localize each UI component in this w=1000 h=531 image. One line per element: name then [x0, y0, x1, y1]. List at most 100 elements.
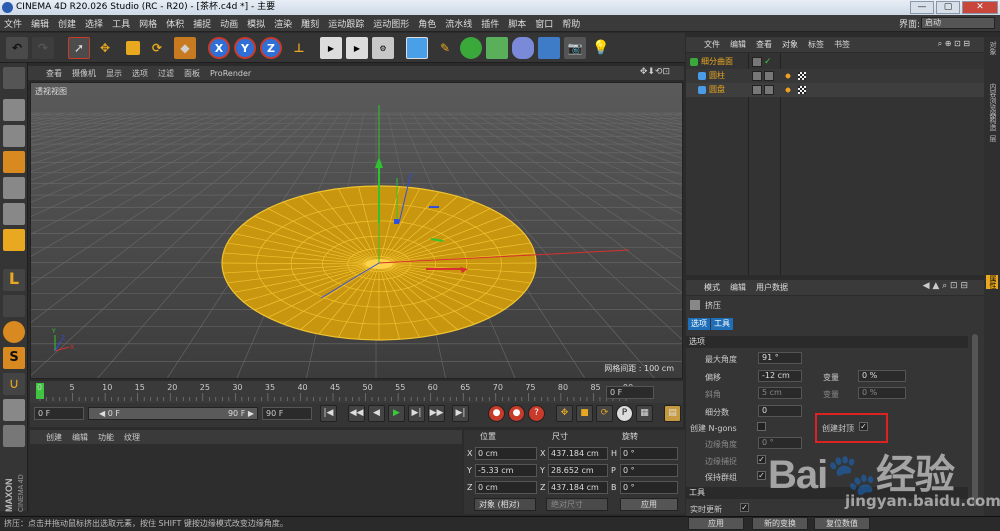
max-angle-field[interactable]: 91 °: [758, 352, 802, 364]
current-frame-field[interactable]: 0 F: [606, 386, 654, 399]
material-menu-item[interactable]: 功能: [98, 432, 114, 443]
viewport-menu-item[interactable]: 过滤: [158, 68, 174, 79]
object-manager-tree[interactable]: 细分曲面 ✓ 圆柱 圆盘: [686, 53, 984, 275]
visibility-toggle[interactable]: [752, 57, 762, 67]
menu-item[interactable]: 捕捉: [193, 17, 211, 30]
new-transform-button[interactable]: 新的变换: [752, 517, 808, 530]
keep-groups-checkbox[interactable]: ✓: [757, 471, 766, 480]
render-toggle[interactable]: ✓: [764, 57, 774, 67]
viewport-menu-item[interactable]: 选项: [132, 68, 148, 79]
size-field[interactable]: 28.652 cm: [548, 464, 608, 477]
viewport-menu-item[interactable]: ProRender: [210, 69, 251, 78]
magnet-button[interactable]: ∪: [3, 373, 25, 395]
subdivision-field[interactable]: 0: [758, 405, 802, 417]
x-axis-button[interactable]: X: [208, 37, 230, 59]
timeline-button[interactable]: ▤: [664, 405, 681, 422]
play-button[interactable]: ▶: [388, 405, 405, 422]
menu-item[interactable]: 流水线: [445, 17, 472, 30]
realtime-update-checkbox[interactable]: ✓: [740, 503, 749, 512]
array-button[interactable]: [486, 37, 508, 59]
deformer-button[interactable]: [512, 37, 534, 59]
param-key-button[interactable]: P: [616, 405, 633, 422]
viewport-menu-item[interactable]: 显示: [106, 68, 122, 79]
undo-button[interactable]: ↶: [6, 37, 28, 59]
attribute-menu-item[interactable]: 编辑: [730, 282, 746, 293]
rotation-field[interactable]: 0 °: [620, 481, 678, 494]
rotation-field[interactable]: 0 °: [620, 447, 678, 460]
object-menu-item[interactable]: 标签: [808, 39, 824, 50]
texture-mode-button[interactable]: [3, 125, 25, 147]
viewport-menu-item[interactable]: 面板: [184, 68, 200, 79]
model-mode-button[interactable]: [3, 99, 25, 121]
attribute-menu-item[interactable]: 用户数据: [756, 282, 788, 293]
rot-key-button[interactable]: ⟳: [596, 405, 613, 422]
side-tab[interactable]: 层: [986, 135, 998, 142]
coordinate-mode-select[interactable]: 对象 (相对): [474, 498, 536, 511]
record-button[interactable]: ●: [488, 405, 505, 422]
rotation-field[interactable]: 0 °: [620, 464, 678, 477]
menu-item[interactable]: 帮助: [562, 17, 580, 30]
minimize-button[interactable]: —: [910, 1, 934, 14]
rotate-tool-button[interactable]: ⟳: [146, 37, 168, 59]
workplane-grid-button[interactable]: [3, 425, 25, 447]
render-picture-viewer-button[interactable]: ▶: [346, 37, 368, 59]
menu-item[interactable]: 渲染: [274, 17, 292, 30]
object-manager-tools[interactable]: ⌕ ⊕ ⊡ ⊟: [938, 39, 970, 49]
material-menu-item[interactable]: 编辑: [72, 432, 88, 443]
make-editable-button[interactable]: [3, 67, 25, 89]
add-pen-button[interactable]: ✎: [434, 37, 456, 59]
redo-button[interactable]: ↷: [32, 37, 54, 59]
viewport-navigation-icons[interactable]: ✥⬇⟲⊡: [640, 67, 670, 77]
phong-tag-icon[interactable]: [784, 86, 792, 94]
object-name[interactable]: 圆柱: [709, 69, 725, 83]
object-menu-item[interactable]: 文件: [704, 39, 720, 50]
position-field[interactable]: -5.33 cm: [475, 464, 537, 477]
size-field[interactable]: 437.184 cm: [548, 481, 608, 494]
end-frame-field[interactable]: 90 F: [262, 407, 312, 420]
move-tool-button[interactable]: ✥: [94, 37, 116, 59]
menu-item[interactable]: 窗口: [535, 17, 553, 30]
edge-snap-checkbox[interactable]: ✓: [757, 455, 766, 464]
polygon-mode-button[interactable]: [3, 229, 25, 251]
coordinate-system-button[interactable]: ⊥: [288, 37, 310, 59]
object-row[interactable]: 细分曲面 ✓: [686, 55, 984, 69]
soft-selection-button[interactable]: [3, 321, 25, 343]
material-manager-area[interactable]: [30, 444, 462, 514]
position-field[interactable]: 0 cm: [475, 447, 537, 460]
perspective-viewport[interactable]: Y X Z 透视视图 网格间距 : 100 cm: [30, 82, 683, 379]
recent-tools-button[interactable]: ◆: [174, 37, 196, 59]
autokey-button[interactable]: ●: [508, 405, 525, 422]
menu-item[interactable]: 文件: [4, 17, 22, 30]
point-mode-button[interactable]: [3, 177, 25, 199]
side-tab[interactable]: 内容浏览器: [986, 83, 998, 118]
object-row[interactable]: 圆柱: [686, 69, 984, 83]
object-menu-item[interactable]: 查看: [756, 39, 772, 50]
menu-item[interactable]: 编辑: [31, 17, 49, 30]
next-frame-button[interactable]: ▶|: [408, 405, 425, 422]
menu-item[interactable]: 动画: [220, 17, 238, 30]
side-tab[interactable]: 属性: [986, 275, 998, 289]
goto-end-button[interactable]: ▶|: [452, 405, 469, 422]
object-name[interactable]: 圆盘: [709, 83, 725, 97]
menu-item[interactable]: 选择: [85, 17, 103, 30]
menu-item[interactable]: 创建: [58, 17, 76, 30]
camera-button[interactable]: 📷: [564, 37, 586, 59]
menu-item[interactable]: 运动图形: [373, 17, 409, 30]
object-name[interactable]: 细分曲面: [701, 55, 733, 69]
maximize-button[interactable]: ▢: [936, 1, 960, 14]
timeline[interactable]: 051015202530354045505560657075808590: [30, 381, 683, 403]
close-button[interactable]: ✕: [962, 1, 998, 14]
material-menu-item[interactable]: 纹理: [124, 432, 140, 443]
material-tag-icon[interactable]: [798, 86, 806, 94]
attribute-scrollbar[interactable]: [972, 334, 978, 506]
viewport-menu-item[interactable]: 摄像机: [72, 68, 96, 79]
attribute-nav-icons[interactable]: ◀ ▲ ⌕ ⊡ ⊟: [923, 281, 968, 291]
scale-key-button[interactable]: ■: [576, 405, 593, 422]
floor-button[interactable]: [538, 37, 560, 59]
position-field[interactable]: 0 cm: [475, 481, 537, 494]
snap-button[interactable]: S: [3, 347, 25, 369]
menu-item[interactable]: 脚本: [508, 17, 526, 30]
next-key-button[interactable]: ▶▶: [428, 405, 445, 422]
pos-key-button[interactable]: ✥: [556, 405, 573, 422]
menu-item[interactable]: 模拟: [247, 17, 265, 30]
